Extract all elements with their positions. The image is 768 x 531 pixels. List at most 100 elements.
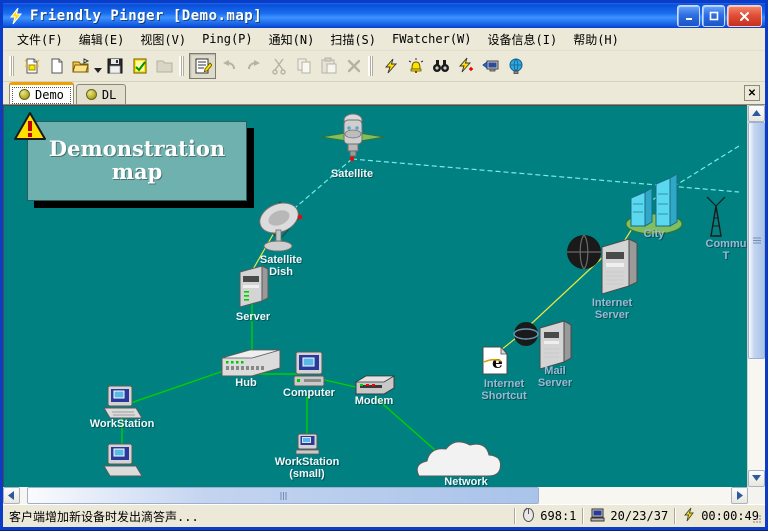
scroll-left-button[interactable] [3,487,20,504]
scroll-up-button[interactable] [748,105,765,122]
node-satellite-label: Satellite [331,168,373,180]
toolbar-grip-2[interactable] [179,56,184,76]
tab-status-dot-2 [86,89,97,100]
tab-status-dot [19,89,30,100]
node-computer-label: Computer [283,387,335,399]
satellite-dish-icon [255,198,303,251]
scroll-down-button[interactable] [748,470,765,487]
new-document-icon[interactable] [44,54,69,78]
node-mail-server-label: Mail Server [538,365,572,389]
close-tab-button[interactable]: ✕ [744,85,760,101]
node-server-label: Server [236,311,270,323]
menu-ping[interactable]: Ping(P) [194,30,261,48]
lightning-icon [682,507,696,525]
workstation-icon-2 [104,444,142,476]
close-button[interactable] [727,5,762,27]
tab-dl-label: DL [102,88,116,102]
menu-view[interactable]: 视图(V) [132,29,194,50]
workstation-icon [104,386,142,418]
menu-bar: 文件(F) 编辑(E) 视图(V) Ping(P) 通知(N) 扫描(S) FW… [3,28,765,51]
node-modem-label: Modem [355,395,394,407]
map-canvas[interactable]: e Satellite Satellite Dish Server [3,105,747,487]
horizontal-scroll-thumb[interactable] [27,487,539,504]
status-device-count: 20/23/37 [584,507,674,525]
map-area: e Satellite Satellite Dish Server [3,105,765,487]
node-workstation-small-label: WorkStation (small) [275,456,340,480]
remote-control-icon[interactable] [478,54,503,78]
find-binoculars-icon[interactable] [428,54,453,78]
vertical-scroll-thumb[interactable] [748,122,765,359]
menu-scan[interactable]: 扫描(S) [322,29,384,50]
toolbar-grip[interactable] [9,56,14,76]
computer-icon [294,352,324,386]
globe-icon[interactable] [503,54,528,78]
computer-icon [590,508,605,525]
menu-device-info[interactable]: 设备信息(I) [480,29,566,50]
node-city-label: City [644,228,665,240]
scroll-right-button[interactable] [731,487,748,504]
menu-edit[interactable]: 编辑(E) [71,29,133,50]
paste-icon [316,54,341,78]
communication-tower-icon [707,197,725,236]
open-folder-icon[interactable] [69,54,94,78]
tab-demo-label: Demo [35,88,64,102]
alert-bell-icon[interactable] [403,54,428,78]
status-ping-count: 698:1 [516,507,582,525]
status-message: 客户端增加新设备时发出滴答声... [3,507,514,525]
status-device-count-value: 20/23/37 [610,509,668,523]
horizontal-scroll-track[interactable] [20,487,731,504]
new-map-icon[interactable] [19,54,44,78]
demonstration-map-note[interactable]: Demonstration map [27,121,247,201]
mail-server-icon [514,321,571,369]
menu-help[interactable]: 帮助(H) [565,29,627,50]
note-line-2: map [112,161,163,184]
note-line-1: Demonstration [49,138,225,161]
maximize-button[interactable] [702,5,725,27]
node-hub-label: Hub [235,377,256,389]
ping-lightning-icon[interactable] [378,54,403,78]
toolbar-grip-3[interactable] [368,56,373,76]
vertical-scroll-track[interactable] [748,122,765,470]
resize-grip[interactable] [749,512,763,526]
undo-icon [216,54,241,78]
save-icon[interactable] [102,54,127,78]
modem-icon [356,376,394,394]
window-controls [677,5,762,27]
redo-icon [241,54,266,78]
node-network-cloud-label: Network [444,476,487,487]
satellite-icon [322,114,384,161]
delete-icon [341,54,366,78]
node-communication-tower-label: Commu T [706,238,747,262]
tab-dl[interactable]: DL [76,84,126,104]
node-workstation-label: WorkStation [90,418,155,430]
checklist-icon[interactable] [127,54,152,78]
status-bar: 客户端增加新设备时发出滴答声... 698:1 20/23/37 [3,504,765,527]
menu-notify[interactable]: 通知(N) [261,29,323,50]
menu-fwatcher[interactable]: FWatcher(W) [384,30,479,48]
copy-icon [291,54,316,78]
properties-icon[interactable] [189,53,216,79]
title-bar: Friendly Pinger [Demo.map] [3,3,765,28]
svg-text:e: e [492,353,503,373]
window-title: Friendly Pinger [Demo.map] [30,8,262,24]
hub-icon [222,350,280,376]
menu-file[interactable]: 文件(F) [9,29,71,50]
mouse-icon [522,507,535,525]
application-window: Friendly Pinger [Demo.map] 文件(F) 编辑(E) 视… [0,0,768,530]
status-ping-count-value: 698:1 [540,509,576,523]
internet-server-icon [567,235,637,294]
tab-strip: Demo DL ✕ [3,82,765,105]
node-internet-shortcut-label: Internet Shortcut [481,378,526,402]
workstation-small-icon [296,434,319,454]
open-dropdown-arrow-icon[interactable] [94,50,102,82]
toolbar [3,51,765,82]
scan-lightning-icon[interactable] [453,54,478,78]
minimize-button[interactable] [677,5,700,27]
warning-triangle-icon [13,111,47,141]
node-satellite-dish-label: Satellite Dish [260,254,302,278]
horizontal-scrollbar[interactable] [3,487,765,504]
cloud-icon [417,442,500,476]
vertical-scrollbar[interactable] [747,105,765,487]
cut-icon [266,54,291,78]
tab-demo[interactable]: Demo [9,82,74,104]
